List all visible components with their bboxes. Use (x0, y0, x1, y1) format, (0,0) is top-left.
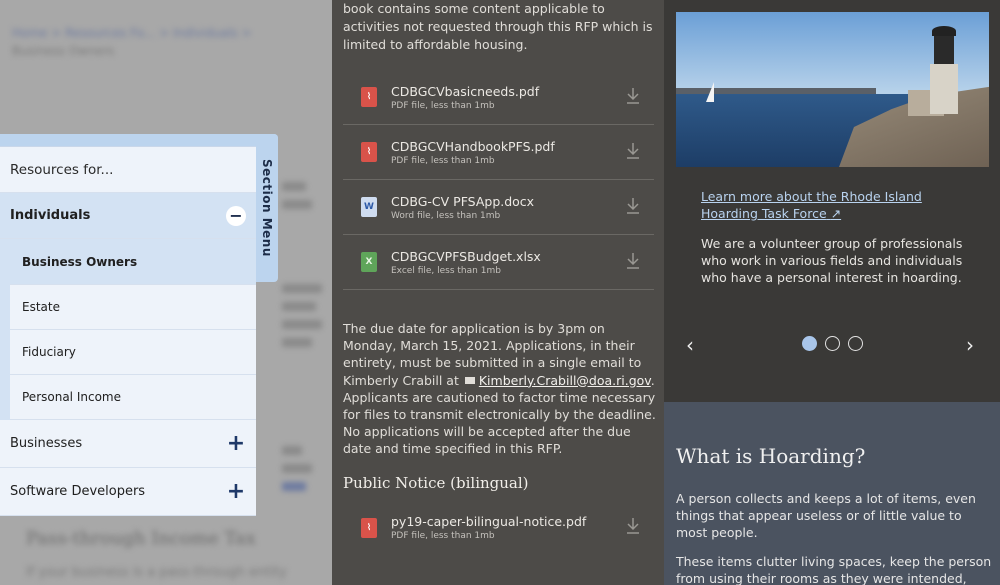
bg-link-line (282, 482, 306, 491)
file-name[interactable]: CDBGCVbasicneeds.pdf (391, 84, 539, 99)
file-name[interactable]: CDBGCVHandbookPFS.pdf (391, 139, 555, 154)
bg-text-line (282, 464, 312, 473)
menu-fiduciary[interactable]: Fiduciary (10, 330, 256, 375)
what-is-hoarding-section: What is Hoarding? A person collects and … (664, 402, 1000, 585)
carousel-next-icon[interactable]: › (966, 333, 974, 357)
section-menu-top (0, 134, 278, 146)
file-meta: PDF file, less than 1mb (391, 100, 495, 111)
carousel-prev-icon[interactable]: ‹ (686, 333, 694, 357)
carousel-dot-2[interactable] (825, 336, 840, 351)
photo-lighthouse (930, 64, 958, 114)
menu-businesses-label: Businesses (10, 436, 83, 451)
menu-item-label: Business Owners (22, 254, 138, 269)
breadcrumb[interactable]: Home > Resources Fo... > Individuals > (12, 26, 252, 40)
bg-text-line (282, 446, 302, 455)
download-icon[interactable] (626, 87, 640, 105)
menu-business-owners[interactable]: Business Owners (10, 239, 256, 285)
what-heading: What is Hoarding? (676, 444, 866, 468)
bg-text-line (282, 284, 322, 293)
bg-text-line (282, 302, 316, 311)
right-panel: Learn more about the Rhode Island Hoardi… (664, 0, 1000, 585)
middle-panel: book contains some content applicable to… (332, 0, 664, 585)
download-icon[interactable] (626, 197, 640, 215)
section-menu-tab[interactable]: Section Menu (256, 134, 278, 282)
menu-resources-label: Resources for... (10, 161, 114, 178)
file-name[interactable]: CDBGCVPFSBudget.xlsx (391, 249, 541, 264)
word-file-icon: W (361, 197, 377, 217)
menu-personal-income[interactable]: Personal Income (10, 375, 256, 420)
file-meta: Excel file, less than 1mb (391, 265, 501, 276)
menu-software-developers[interactable]: Software Developers + (0, 468, 256, 516)
file-list: ⌇ CDBGCVbasicneeds.pdf PDF file, less tha… (343, 70, 654, 290)
email-link[interactable]: Kimberly.Crabill@doa.ri.gov (479, 373, 651, 388)
what-paragraph-2: These items clutter living spaces, keep … (676, 554, 992, 585)
expand-icon[interactable]: + (226, 480, 246, 502)
carousel-dots (802, 336, 863, 351)
file-name[interactable]: py19-caper-bilingual-notice.pdf (391, 514, 586, 529)
bg-heading: Pass-through Income Tax (26, 528, 256, 549)
file-meta: PDF file, less than 1mb (391, 155, 495, 166)
bg-text-line (282, 200, 312, 209)
due-date-paragraph: The due date for application is by 3pm o… (343, 320, 658, 458)
individuals-submenu: Business Owners Estate Fiduciary Persona… (0, 239, 256, 420)
lighthouse-photo (676, 12, 989, 167)
menu-individuals-label: Individuals (10, 208, 91, 223)
pdf-file-icon: ⌇ (361, 87, 377, 107)
intro-text: book contains some content applicable to… (343, 1, 653, 52)
menu-software-label: Software Developers (10, 484, 146, 499)
section-menu: Resources for... Individuals − Business … (0, 146, 256, 516)
excel-file-icon: X (361, 252, 377, 272)
breadcrumb-current: Business Owners (12, 44, 115, 58)
screenshot-root: Home > Resources Fo... > Individuals > B… (0, 0, 1000, 585)
menu-item-label: Personal Income (22, 390, 121, 404)
file-name[interactable]: CDBG-CV PFSApp.docx (391, 194, 534, 209)
task-force-description: We are a volunteer group of professional… (701, 236, 963, 285)
file-meta: PDF file, less than 1mb (391, 531, 495, 541)
bg-text-line (282, 182, 306, 191)
task-force-link[interactable]: Learn more about the Rhode Island Hoardi… (701, 188, 961, 222)
file-item[interactable]: ⌇ CDBGCVHandbookPFS.pdf PDF file, less th… (343, 125, 654, 180)
menu-resources[interactable]: Resources for... (0, 147, 256, 193)
external-link-icon: ↗ (830, 206, 842, 221)
pdf-file-icon: ⌇ (361, 517, 377, 538)
menu-estate[interactable]: Estate (10, 285, 256, 330)
menu-businesses[interactable]: Businesses + (0, 420, 256, 468)
bg-text-line (282, 320, 322, 329)
file-item[interactable]: W CDBG-CV PFSApp.docx Word file, less tha… (343, 180, 654, 235)
download-icon[interactable] (626, 142, 640, 160)
expand-icon[interactable]: + (226, 432, 246, 454)
carousel-dot-1[interactable] (802, 336, 817, 351)
left-panel: Home > Resources Fo... > Individuals > B… (0, 0, 332, 585)
photo-roof (932, 26, 956, 36)
carousel-dot-3[interactable] (848, 336, 863, 351)
file-item[interactable]: X CDBGCVPFSBudget.xlsx Excel file, less t… (343, 235, 654, 290)
public-notice-heading: Public Notice (bilingual) (343, 474, 529, 492)
menu-individuals[interactable]: Individuals − (0, 193, 256, 239)
file-meta: Word file, less than 1mb (391, 210, 501, 221)
file-item[interactable]: ⌇ py19-caper-bilingual-notice.pdf PDF fil… (343, 500, 654, 555)
bg-text-line (282, 338, 312, 347)
photo-lantern (934, 34, 954, 64)
menu-item-label: Fiduciary (22, 345, 76, 359)
collapse-icon[interactable]: − (226, 205, 246, 226)
pdf-file-icon: ⌇ (361, 142, 377, 162)
what-paragraph-1: A person collects and keeps a lot of ite… (676, 491, 976, 540)
photo-sailboat (706, 82, 714, 102)
envelope-icon (464, 377, 475, 385)
section-menu-label: Section Menu (260, 159, 274, 257)
menu-item-label: Estate (22, 300, 60, 314)
file-item[interactable]: ⌇ CDBGCVbasicneeds.pdf PDF file, less tha… (343, 70, 654, 125)
download-icon[interactable] (626, 252, 640, 270)
download-icon[interactable] (626, 517, 640, 535)
bg-paragraph: If your business is a pass-through entit… (26, 565, 287, 580)
